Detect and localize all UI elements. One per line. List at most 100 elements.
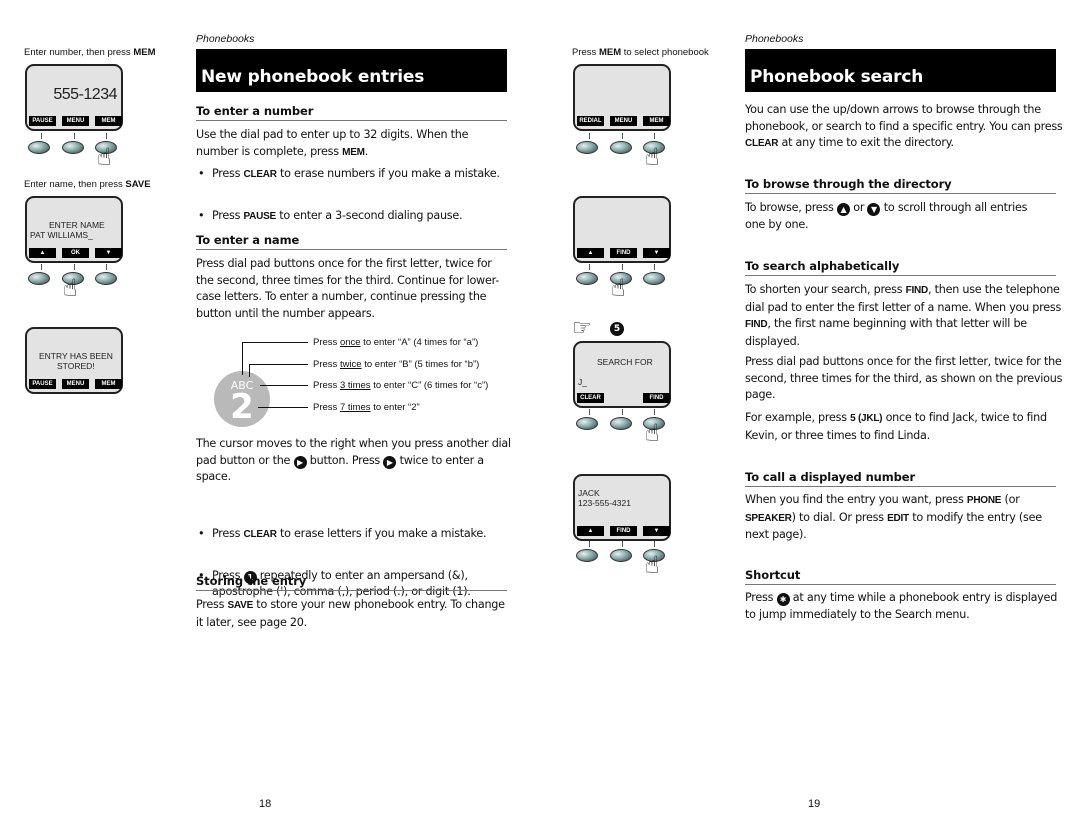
softkey-up[interactable]: ▲ [577,526,604,536]
softkey-find[interactable]: FIND [610,248,637,258]
figure-caption: Enter number, then press MEM [24,47,155,58]
section-heading: To search alphabetically [745,259,1056,276]
hardkey-left[interactable] [576,272,598,285]
text: to erase numbers if you make a mistake. [276,167,500,180]
dial-note: Press twice to enter “B” (5 times for “b… [313,359,479,370]
hardkey-left[interactable] [576,549,598,562]
softkey-down[interactable]: ▼ [95,248,122,258]
hardkey-left[interactable] [28,141,50,154]
hardkey-middle[interactable] [610,141,632,154]
softkey-find[interactable]: FIND [643,393,670,403]
softkey-blank [610,393,637,403]
keyword: CLEAR [745,138,779,149]
right-arrow-button-icon: ▶ [293,455,307,469]
softkeys: PAUSE MENU MEM [29,116,122,126]
hardkey-left[interactable] [28,272,50,285]
screen-line: STORED! [57,361,95,371]
text: , the first name beginning with that let… [745,317,1027,348]
paragraph: Use the dial pad to enter up to 32 digit… [196,127,507,161]
text: twice [339,359,362,370]
up-button-icon: ▲ [836,203,850,216]
softkey-menu[interactable]: MENU [62,379,89,389]
star-button-icon: ✱ [776,593,790,606]
softkey-redial[interactable]: REDIAL [577,116,604,126]
text: Press [196,598,228,611]
text: to enter “2” [370,402,420,413]
text: . [364,144,369,158]
text: For example, press [745,411,851,424]
page-number: 19 [808,798,821,810]
text: to enter “B” (5 times for “b”) [361,359,480,370]
figure-caption: Press MEM to select phonebook [572,47,709,58]
down-button-icon: ▼ [867,203,881,216]
page-number: 18 [259,798,272,810]
softkey-up[interactable]: ▲ [29,248,56,258]
softkey-pause[interactable]: PAUSE [29,116,56,126]
text: To shorten your search, press [745,283,906,296]
caption-keyword: SAVE [125,179,151,190]
softkey-down[interactable]: ▼ [643,248,670,258]
phone-screen: ENTER NAME PAT WILLIAMS_ ▲ OK ▼ [25,196,123,263]
hardkey-right[interactable] [643,272,665,285]
key-5-icon: 5 [610,322,624,336]
caption-keyword: MEM [598,47,622,58]
figure-caption: Enter name, then press SAVE [24,179,151,190]
screen-line: PAT WILLIAMS_ [30,230,93,240]
section-heading: To browse through the directory [745,177,1056,194]
text: 7 times [339,402,371,413]
section-label: Phonebooks [745,33,804,45]
keyword: PHONE [966,495,1002,506]
hardkeys: ☝ [573,409,671,449]
softkey-mem[interactable]: MEM [95,379,122,389]
softkey-mem[interactable]: MEM [95,116,122,126]
dial-note: Press 3 times to enter “C” (6 times for … [313,380,488,391]
phone-screen: ENTRY HAS BEEN STORED! PAUSE MENU MEM [25,327,123,394]
hardkey-middle[interactable] [610,417,632,430]
paragraph: Press dial pad buttons once for the firs… [745,355,1063,401]
softkey-mem[interactable]: MEM [643,116,670,126]
section-heading: To call a displayed number [745,470,1056,487]
phone-screen: JACK 123-555-4321 ▲ FIND ▼ [573,474,671,541]
hardkey-left[interactable] [576,141,598,154]
text: To browse, press [745,201,837,214]
text: When you find the entry you want, press [745,493,967,506]
text: Press [313,359,340,370]
softkey-up[interactable]: ▲ [577,248,604,258]
text: to erase letters if you make a mistake. [276,527,487,540]
text: or [849,201,868,214]
paragraph: Press ✱ at any time while a phonebook en… [745,590,1063,623]
paragraph: Press dial pad buttons once for the firs… [196,257,500,320]
phone-screen: ▲ FIND ▼ [573,196,671,263]
bullet-item: Press CLEAR to erase numbers if you make… [196,166,516,184]
softkey-menu[interactable]: MENU [62,116,89,126]
hardkey-left[interactable] [576,417,598,430]
text: ) to dial. Or press [791,510,888,524]
paragraph: You can use the up/down arrows to browse… [745,102,1063,153]
softkey-menu[interactable]: MENU [610,116,637,126]
softkey-clear[interactable]: CLEAR [577,393,604,403]
hardkey-right[interactable] [95,272,117,285]
screen-line: ENTRY HAS BEEN [39,351,113,361]
text: to enter “A” (4 times for “a”) [360,337,479,348]
softkeys: PAUSE MENU MEM [29,379,122,389]
softkey-find[interactable]: FIND [610,526,637,536]
pressing-hand-icon: ☝ [97,143,112,171]
text: once [339,337,361,348]
softkey-pause[interactable]: PAUSE [29,379,56,389]
text: to enter a 3-second dialing pause. [275,208,463,222]
hardkey-middle[interactable] [610,549,632,562]
pressing-hand-icon: ☝ [611,274,626,302]
softkey-down[interactable]: ▼ [643,526,670,536]
pressing-hand-icon: ☝ [645,419,660,447]
hardkey-middle[interactable] [62,141,84,154]
text: 3 times [339,380,371,391]
caption-text: to select phonebook [621,47,709,58]
phone-screen: 555-1234 PAUSE MENU MEM [25,64,123,131]
pointing-hand-icon: ☞ [572,316,592,341]
text: at any time to exit the directory. [778,136,955,149]
section-heading: Shortcut [745,568,1056,585]
hardkeys: ☝ [573,264,671,304]
softkey-ok[interactable]: OK [62,248,89,258]
keyword: SPEAKER [745,512,792,524]
paragraph: Press SAVE to store your new phonebook e… [196,597,507,631]
